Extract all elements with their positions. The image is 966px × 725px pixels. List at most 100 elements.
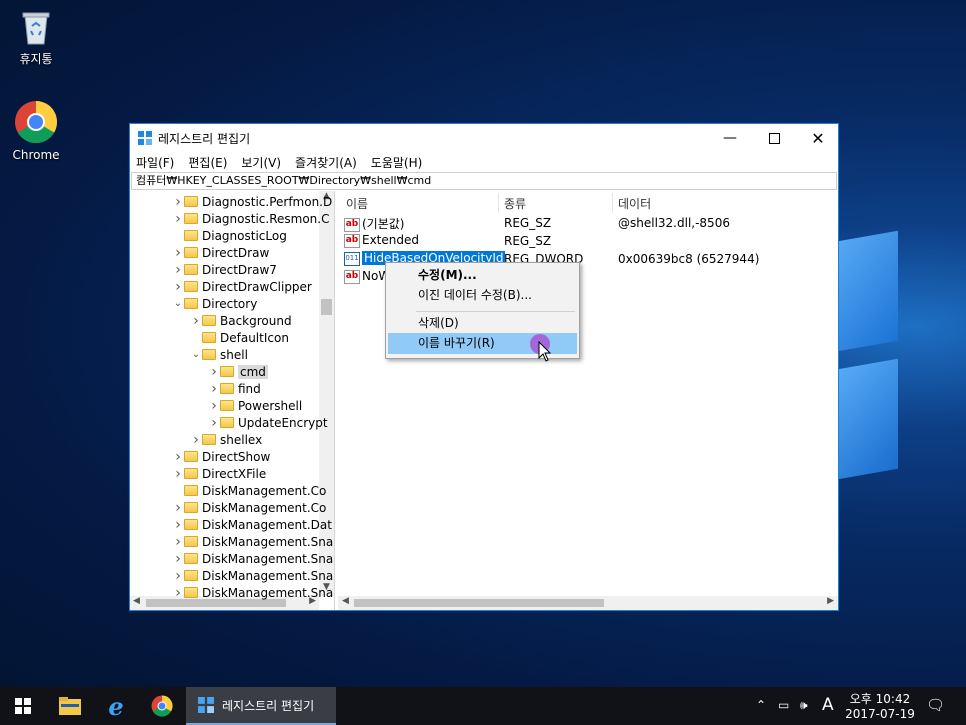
- regedit-taskbar-button[interactable]: 레지스트리 편집기: [186, 687, 336, 725]
- tree-node[interactable]: DiagnosticLog: [172, 227, 287, 244]
- menu-help[interactable]: 도움말(H): [371, 154, 423, 171]
- expand-chevron-right-icon[interactable]: ›: [172, 534, 184, 550]
- values-list: 이름 종류 데이터 ab (기본값) REG_SZ @shell32.dll,-850…: [338, 191, 838, 610]
- value-name-cell[interactable]: ab Extended: [344, 233, 419, 248]
- menu-view[interactable]: 보기(V): [241, 154, 281, 171]
- regedit-app-icon: [138, 131, 152, 145]
- expand-chevron-right-icon[interactable]: ›: [208, 364, 220, 380]
- scroll-left-icon[interactable]: ◀: [133, 596, 140, 606]
- chrome-taskbar-button[interactable]: [140, 687, 184, 725]
- tree-scroll-thumb[interactable]: [321, 299, 332, 315]
- file-explorer-taskbar-button[interactable]: [48, 687, 92, 725]
- tree-node[interactable]: › DiskManagement.Sna: [172, 533, 333, 550]
- list-horizontal-scrollbar[interactable]: ◀ ▶: [338, 596, 838, 610]
- expand-chevron-right-icon[interactable]: ›: [172, 466, 184, 482]
- folder-icon: [184, 587, 198, 598]
- folder-icon: [184, 536, 198, 547]
- ime-indicator[interactable]: A: [822, 695, 834, 715]
- tree-node[interactable]: › DiskManagement.Sna: [172, 567, 333, 584]
- notification-icon[interactable]: 🗨: [926, 696, 945, 714]
- expand-chevron-right-icon[interactable]: ›: [172, 568, 184, 584]
- tree-node[interactable]: DefaultIcon: [190, 329, 289, 346]
- folder-icon: [184, 570, 198, 581]
- value-name-cell[interactable]: ab (기본값): [344, 215, 404, 232]
- menu-edit[interactable]: 편집(E): [188, 154, 227, 171]
- column-header-data[interactable]: 데이터: [618, 195, 651, 212]
- tree-node[interactable]: › cmd: [208, 363, 268, 380]
- internet-explorer-taskbar-button[interactable]: e: [94, 687, 138, 725]
- recycle-bin-desktop-icon[interactable]: 휴지통: [6, 8, 66, 67]
- tree-node[interactable]: › DirectXFile: [172, 465, 266, 482]
- start-button[interactable]: [0, 687, 46, 725]
- tree-node[interactable]: › DiskManagement.Co: [172, 499, 326, 516]
- column-header-type[interactable]: 종류: [504, 195, 526, 212]
- expand-chevron-right-icon[interactable]: ›: [172, 551, 184, 567]
- menu-item-delete[interactable]: 삭제(D): [388, 313, 577, 334]
- tree-node[interactable]: › DirectDraw7: [172, 261, 277, 278]
- minimize-button[interactable]: —: [708, 124, 752, 152]
- tree-node[interactable]: › Diagnostic.Resmon.C: [172, 210, 329, 227]
- show-hidden-icons-chevron-icon[interactable]: ⌃: [756, 698, 766, 712]
- expand-chevron-right-icon[interactable]: ›: [208, 415, 220, 431]
- tree-node[interactable]: › DiskManagement.Dat: [172, 516, 332, 533]
- registry-editor-window: 레지스트리 편집기 — ✕ 파일(F) 편집(E) 보기(V) 즐겨찾기(A) …: [129, 123, 839, 611]
- title-bar[interactable]: 레지스트리 편집기 — ✕: [130, 124, 838, 152]
- expand-chevron-right-icon[interactable]: ›: [172, 585, 184, 601]
- folder-icon: [184, 230, 198, 241]
- expand-chevron-right-icon[interactable]: ›: [208, 381, 220, 397]
- tree-node[interactable]: › Powershell: [208, 397, 302, 414]
- tree-node[interactable]: › Diagnostic.Perfmon.D: [172, 193, 332, 210]
- expand-chevron-right-icon[interactable]: ›: [172, 500, 184, 516]
- expand-chevron-down-icon[interactable]: ⌄: [190, 349, 202, 360]
- expand-chevron-right-icon[interactable]: ›: [172, 245, 184, 261]
- expand-chevron-right-icon[interactable]: ›: [172, 517, 184, 533]
- network-icon[interactable]: ▭: [778, 698, 789, 712]
- tree-node-label: Directory: [202, 296, 258, 311]
- tree-node[interactable]: ⌄ Directory: [172, 295, 258, 312]
- expand-chevron-right-icon[interactable]: ›: [172, 279, 184, 295]
- clock[interactable]: 오후 10:42 2017-07-19: [844, 690, 916, 721]
- chrome-desktop-icon[interactable]: Chrome: [6, 100, 66, 162]
- menu-file[interactable]: 파일(F): [136, 154, 174, 171]
- tree-node[interactable]: DiskManagement.Co: [172, 482, 326, 499]
- menu-item-modify-binary[interactable]: 이진 데이터 수정(B)...: [388, 285, 577, 306]
- expand-chevron-right-icon[interactable]: ›: [190, 432, 202, 448]
- close-button[interactable]: ✕: [796, 124, 840, 152]
- maximize-button[interactable]: [752, 124, 796, 152]
- menu-item-modify[interactable]: 수정(M)...: [388, 265, 577, 286]
- windows-start-icon: [15, 698, 31, 714]
- folder-icon: [184, 247, 198, 258]
- folder-icon: [184, 468, 198, 479]
- tree-node-label: DiskManagement.Dat: [202, 517, 332, 532]
- tree-node[interactable]: ⌄ shell: [190, 346, 248, 363]
- column-header-name[interactable]: 이름: [346, 195, 368, 212]
- tree-node[interactable]: › Background: [190, 312, 291, 329]
- tree-node[interactable]: › DirectDraw: [172, 244, 269, 261]
- expand-chevron-right-icon[interactable]: ›: [172, 262, 184, 278]
- folder-icon: [184, 196, 198, 207]
- tree-node-label: DiskManagement.Co: [202, 483, 327, 498]
- expand-chevron-right-icon[interactable]: ›: [208, 398, 220, 414]
- tree-node[interactable]: › DirectDrawClipper: [172, 278, 312, 295]
- expand-chevron-right-icon[interactable]: ›: [172, 194, 184, 210]
- value-name-cell[interactable]: ab NoW: [344, 269, 390, 284]
- volume-icon[interactable]: 🕪: [800, 698, 808, 713]
- tree-node[interactable]: › UpdateEncrypt: [208, 414, 327, 431]
- list-hscroll-thumb[interactable]: [354, 599, 604, 607]
- recycle-bin-icon: [20, 8, 52, 46]
- list-scroll-right-icon[interactable]: ▶: [827, 596, 834, 606]
- address-bar[interactable]: 컴퓨터₩HKEY_CLASSES_ROOT₩Directory₩shell₩cm…: [131, 172, 837, 190]
- folder-icon: [220, 366, 234, 377]
- tree-node[interactable]: › find: [208, 380, 261, 397]
- tree-node[interactable]: › DirectShow: [172, 448, 270, 465]
- expand-chevron-right-icon[interactable]: ›: [172, 211, 184, 227]
- expand-chevron-right-icon[interactable]: ›: [190, 313, 202, 329]
- menu-favorites[interactable]: 즐겨찾기(A): [295, 154, 357, 171]
- expand-chevron-right-icon[interactable]: ›: [172, 449, 184, 465]
- expand-chevron-down-icon[interactable]: ⌄: [172, 298, 184, 309]
- tree-node[interactable]: › DiskManagement.Sna: [172, 584, 333, 601]
- list-scroll-left-icon[interactable]: ◀: [342, 596, 349, 606]
- value-name-label: Extended: [362, 233, 419, 247]
- tree-node[interactable]: › DiskManagement.Sna: [172, 550, 333, 567]
- tree-node[interactable]: › shellex: [190, 431, 262, 448]
